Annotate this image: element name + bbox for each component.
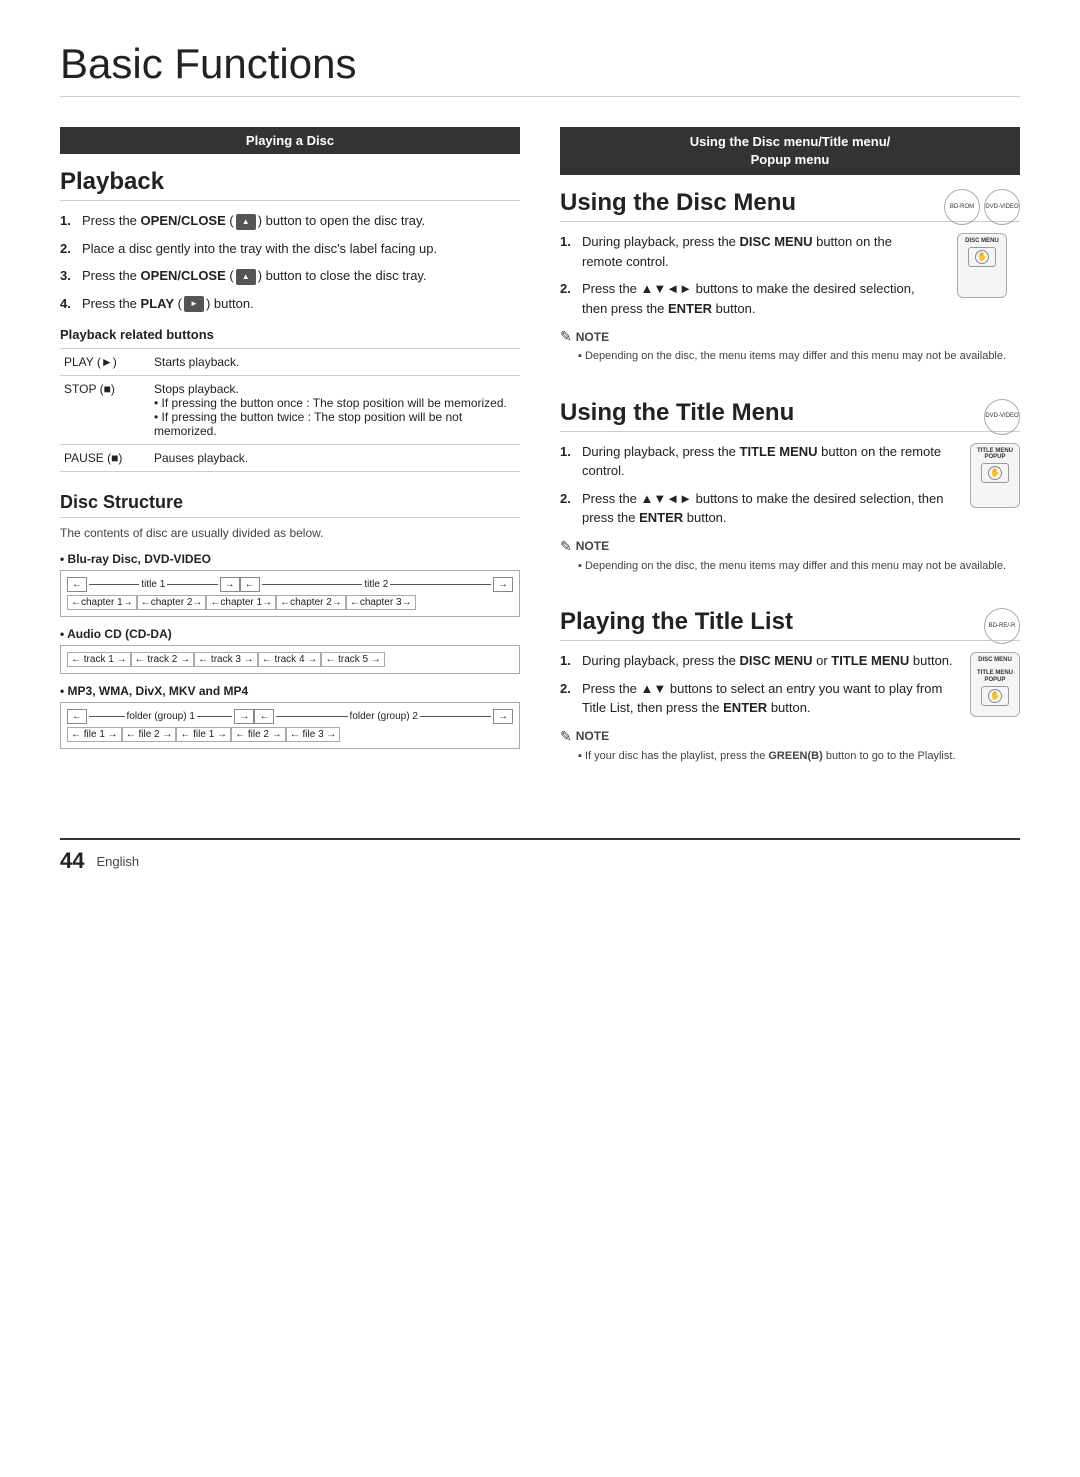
title-list-steps: 1. During playback, press the DISC MENU … <box>560 651 1020 718</box>
open-close-icon-2: ▲ <box>236 269 256 285</box>
step-2-num: 2. <box>60 239 76 259</box>
title-menu-step-2: 2. Press the ▲▼◄► buttons to make the de… <box>560 489 962 528</box>
disc-menu-note: ✎ NOTE ▪ Depending on the disc, the menu… <box>560 328 1020 364</box>
title-list-step-1: 1. During playback, press the DISC MENU … <box>560 651 962 671</box>
playback-related-buttons-title: Playback related buttons <box>60 327 520 342</box>
step-1: 1. Press the OPEN/CLOSE (▲) button to op… <box>60 211 520 231</box>
note-label-text: NOTE <box>576 330 609 344</box>
playing-a-disc-bar: Playing a Disc <box>60 127 520 154</box>
table-row-pause: PAUSE (■) Pauses playback. <box>60 445 520 472</box>
title-menu-step-1: 1. During playback, press the TITLE MENU… <box>560 442 962 481</box>
footer: 44 English <box>60 838 1020 874</box>
mp3-label: • MP3, WMA, DivX, MKV and MP4 <box>60 684 520 698</box>
audiocd-label: • Audio CD (CD-DA) <box>60 627 520 641</box>
disc-structure-heading: Disc Structure <box>60 492 520 518</box>
note-pencil-icon-2: ✎ <box>560 538 572 555</box>
title-menu-heading: Using the Title Menu <box>560 399 1020 432</box>
title-menu-note-text: ▪ Depending on the disc, the menu items … <box>578 559 1020 574</box>
right-column: Using the Disc menu/Title menu/Popup men… <box>560 127 1020 798</box>
page-number: 44 <box>60 848 84 874</box>
playback-heading: Playback <box>60 168 520 201</box>
play-button-label: PLAY (►) <box>60 349 150 376</box>
bd-rom-badge: BD-ROM <box>944 189 980 225</box>
title-list-remote: DISC MENUTITLE MENUPOPUP ✋ <box>970 652 1020 717</box>
step-4-text: Press the PLAY (►) button. <box>82 294 254 314</box>
pause-description: Pauses playback. <box>150 445 520 472</box>
disc-menu-note-text: ▪ Depending on the disc, the menu items … <box>578 349 1020 364</box>
left-column: Playing a Disc Playback 1. Press the OPE… <box>60 127 520 798</box>
step-1-text: Press the OPEN/CLOSE (▲) button to open … <box>82 211 425 231</box>
disc-menu-step-2: 2. Press the ▲▼◄► buttons to make the de… <box>560 279 936 318</box>
title-menu-remote: TITLE MENUPOPUP ✋ <box>970 443 1020 508</box>
pause-button-label: PAUSE (■) <box>60 445 150 472</box>
dvd-video-badge-2: DVD-VIDEO <box>984 399 1020 435</box>
title-menu-note: ✎ NOTE ▪ Depending on the disc, the menu… <box>560 538 1020 574</box>
title-menu-steps: 1. During playback, press the TITLE MENU… <box>560 442 1020 528</box>
dvd-video-badge: DVD-VIDEO <box>984 189 1020 225</box>
step-3: 3. Press the OPEN/CLOSE (▲) button to cl… <box>60 266 520 286</box>
title-list-section: BD-RE/-R DISC MENUTITLE MENUPOPUP ✋ Play… <box>560 608 1020 774</box>
title-list-step-2: 2. Press the ▲▼ buttons to select an ent… <box>560 679 962 718</box>
note-label-text-2: NOTE <box>576 539 609 553</box>
step-2-text: Place a disc gently into the tray with t… <box>82 239 437 259</box>
play-icon: ► <box>184 296 204 312</box>
title-list-note: ✎ NOTE ▪ If your disc has the playlist, … <box>560 728 1020 764</box>
step-4: 4. Press the PLAY (►) button. <box>60 294 520 314</box>
bluray-label: • Blu-ray Disc, DVD-VIDEO <box>60 552 520 566</box>
audiocd-diagram: ← track 1 → ← track 2 → ← track 3 → ← tr… <box>60 645 520 674</box>
step-3-num: 3. <box>60 266 76 286</box>
mp3-diagram: ← folder (group) 1 → ← folder (group) 2 … <box>60 702 520 749</box>
disc-menu-step-1: 1. During playback, press the DISC MENU … <box>560 232 936 271</box>
play-description: Starts playback. <box>150 349 520 376</box>
stop-description: Stops playback. • If pressing the button… <box>150 376 520 445</box>
bluray-diagram: ← title 1 → ← title 2 → ←chapter 1→ ←cha… <box>60 570 520 617</box>
open-close-icon-1: ▲ <box>236 214 256 230</box>
disc-structure-desc: The contents of disc are usually divided… <box>60 526 520 540</box>
table-row-play: PLAY (►) Starts playback. <box>60 349 520 376</box>
step-1-num: 1. <box>60 211 76 231</box>
note-label-text-3: NOTE <box>576 729 609 743</box>
title-menu-section: DVD-VIDEO TITLE MENUPOPUP ✋ Using the Ti… <box>560 399 1020 584</box>
table-row-stop: STOP (■) Stops playback. • If pressing t… <box>60 376 520 445</box>
disc-menu-bar: Using the Disc menu/Title menu/Popup men… <box>560 127 1020 175</box>
step-3-text: Press the OPEN/CLOSE (▲) button to close… <box>82 266 427 286</box>
title-list-heading: Playing the Title List <box>560 608 1020 641</box>
title-list-note-text: ▪ If your disc has the playlist, press t… <box>578 749 1020 764</box>
playback-table: PLAY (►) Starts playback. STOP (■) Stops… <box>60 348 520 472</box>
step-2: 2. Place a disc gently into the tray wit… <box>60 239 520 259</box>
step-4-num: 4. <box>60 294 76 314</box>
playback-steps-list: 1. Press the OPEN/CLOSE (▲) button to op… <box>60 211 520 313</box>
note-pencil-icon: ✎ <box>560 328 572 345</box>
bd-re-badge: BD-RE/-R <box>984 608 1020 644</box>
page-title: Basic Functions <box>60 40 1020 97</box>
stop-button-label: STOP (■) <box>60 376 150 445</box>
disc-structure-section: Disc Structure The contents of disc are … <box>60 492 520 749</box>
page-language: English <box>96 854 139 869</box>
note-pencil-icon-3: ✎ <box>560 728 572 745</box>
disc-menu-remote: DISC MENU ✋ <box>957 233 1007 298</box>
disc-menu-section: BD-ROM DVD-VIDEO DISC MENU ✋ Using the D… <box>560 189 1020 374</box>
